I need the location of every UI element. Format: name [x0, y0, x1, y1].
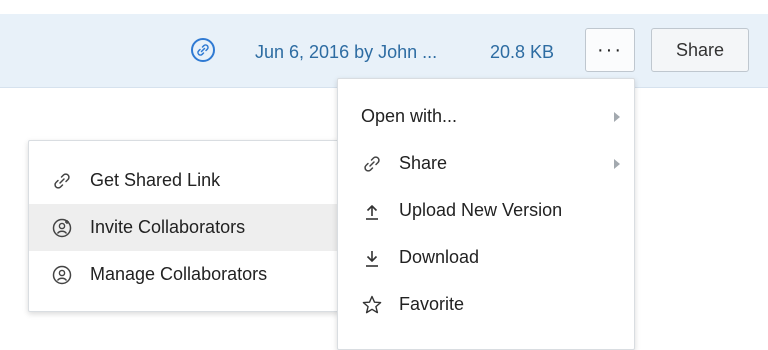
share-submenu: Get Shared Link Invite Collaborators Man… — [28, 140, 340, 312]
share-label: Share — [399, 153, 448, 173]
upload-icon — [361, 200, 383, 222]
chevron-right-icon — [614, 111, 620, 122]
chevron-right-icon — [614, 158, 620, 169]
download-label: Download — [399, 247, 480, 267]
download-icon — [361, 247, 383, 269]
share-button[interactable]: Share — [651, 28, 749, 72]
manage-collaborators-label: Manage Collaborators — [90, 264, 268, 284]
person-icon — [51, 264, 73, 286]
link-icon — [361, 153, 383, 175]
open-with-label: Open with... — [361, 106, 458, 126]
get-shared-link-item[interactable]: Get Shared Link — [29, 157, 339, 204]
add-person-icon — [51, 217, 73, 239]
more-options-menu: Open with... Share Upload New Version Do… — [337, 78, 635, 350]
get-shared-link-label: Get Shared Link — [90, 170, 221, 190]
share-item[interactable]: Share — [338, 140, 634, 187]
modified-info[interactable]: Jun 6, 2016 by John ... — [255, 42, 437, 62]
upload-new-version-item[interactable]: Upload New Version — [338, 187, 634, 234]
upload-new-version-label: Upload New Version — [399, 200, 563, 220]
star-icon — [361, 294, 383, 316]
manage-collaborators-item[interactable]: Manage Collaborators — [29, 251, 339, 298]
invite-collaborators-label: Invite Collaborators — [90, 217, 246, 237]
open-with-item[interactable]: Open with... — [338, 93, 634, 140]
more-options-button[interactable]: ··· — [585, 28, 635, 72]
file-size: 20.8 KB — [490, 42, 555, 62]
invite-collaborators-item[interactable]: Invite Collaborators — [29, 204, 339, 251]
link-icon — [51, 170, 73, 192]
shared-link-icon[interactable] — [191, 38, 215, 62]
favorite-label: Favorite — [399, 294, 465, 314]
favorite-item[interactable]: Favorite — [338, 281, 634, 328]
download-item[interactable]: Download — [338, 234, 634, 281]
